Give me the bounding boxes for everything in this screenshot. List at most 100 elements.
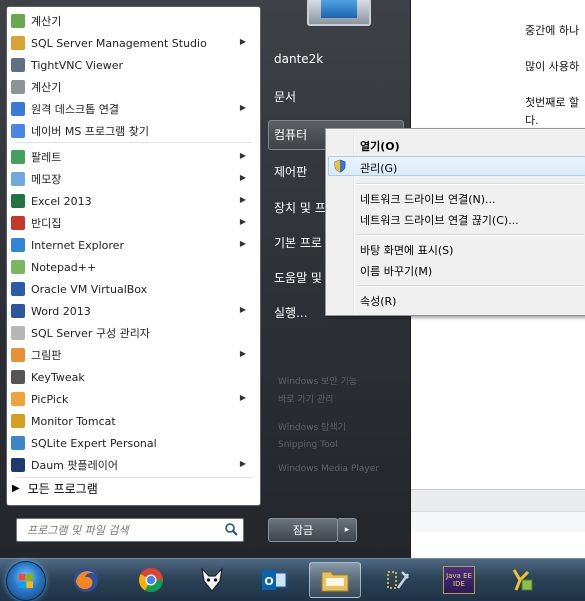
program-item[interactable]: 계산기 [11,77,256,97]
program-separator [15,142,252,143]
menu-item-rename[interactable]: 이름 바꾸기(M) [360,263,432,279]
program-icon [11,172,25,186]
menu-item-properties[interactable]: 속성(R) [360,293,396,309]
program-item[interactable]: KeyTweak [11,367,256,387]
taskbar-tools[interactable] [372,562,424,598]
program-item[interactable]: SQL Server 구성 관리자 [11,323,256,343]
submenu-arrow-icon: ▶ [239,217,246,226]
program-icon [11,14,25,28]
doc-line-4: 다. [525,114,539,127]
search-box[interactable] [16,518,244,542]
faded-item: Snipping Tool [278,440,338,450]
menu-item-disconnect-drive[interactable]: 네트워크 드라이브 연결 끊기(C)... [360,212,519,228]
control-panel-link[interactable]: 제어판 [274,163,307,180]
fox-icon [201,567,223,592]
default-programs-link[interactable]: 기본 프로 [274,234,322,251]
all-programs-button[interactable]: ▶ 모든 프로그램 [12,480,98,497]
program-icon [11,414,25,428]
program-item[interactable]: Daum 팟플레이어 ▶ [11,455,256,475]
outlook-icon: O [262,570,287,590]
program-icon [11,238,25,252]
devices-printers-link[interactable]: 장치 및 프 [274,199,326,216]
program-label: 반디집 [31,217,62,230]
triangle-right-icon: ▶ [12,483,20,494]
program-icon [11,216,25,230]
program-item[interactable]: TightVNC Viewer [11,55,256,75]
search-input[interactable] [25,519,219,541]
program-item[interactable]: 그림판 ▶ [11,345,256,365]
taskbar-outlook[interactable]: O [248,562,300,598]
user-picture[interactable] [307,0,371,26]
monitor-icon [321,0,357,18]
taskbar-chrome[interactable] [125,562,177,598]
program-label: Oracle VM VirtualBox [31,282,148,296]
program-separator [15,477,252,478]
program-icon [11,370,25,384]
taskbar-firefox[interactable] [60,562,112,598]
program-item[interactable]: Notepad++ [11,257,256,277]
programs-list: 계산기 SQL Server Management Studio ▶ TightVNC… [6,6,261,506]
program-label: Monitor Tomcat [31,414,116,428]
program-item[interactable]: Oracle VM VirtualBox [11,279,256,299]
arrow-right-icon: ▸ [344,525,350,535]
program-item[interactable]: 계산기 [11,11,256,31]
program-icon [11,304,25,318]
menu-item-manage[interactable]: 관리(G) [360,160,397,176]
doc-statusbar [410,511,585,532]
doc-line-3: 첫번째로 할 [525,96,580,109]
search-icon[interactable] [224,522,238,536]
doc-line-1: 중간에 하나 [525,24,580,37]
menu-separator [356,285,584,287]
program-label: SQL Server 구성 관리자 [31,327,150,340]
menu-item-open[interactable]: 열기(O) [360,138,400,154]
program-label: Notepad++ [31,260,97,274]
program-label: PicPick [31,392,69,406]
program-item[interactable]: Monitor Tomcat [11,411,256,431]
doc-scrollbar[interactable] [410,489,585,512]
program-label: TightVNC Viewer [31,58,124,72]
taskbar-java-ee-ide[interactable]: Java EE IDE [433,562,485,598]
program-item[interactable]: 네이버 MS 프로그램 찾기 [11,121,256,141]
menu-separator [356,234,584,236]
menu-item-show-desktop[interactable]: 바탕 화면에 표시(S) [360,242,453,258]
program-item[interactable]: PicPick ▶ [11,389,256,409]
submenu-arrow-icon: ▶ [239,151,246,160]
taskbar-puzzle-app[interactable] [496,562,548,598]
program-icon [11,260,25,274]
windows-logo-icon [19,574,33,588]
program-label: 메모장 [31,173,62,186]
shutdown-button[interactable]: 잠금 [268,518,338,542]
program-item[interactable]: Internet Explorer ▶ [11,235,256,255]
submenu-arrow-icon: ▶ [239,305,246,314]
program-item[interactable]: Word 2013 ▶ [11,301,256,321]
user-link[interactable]: dante2k [274,52,323,66]
program-item[interactable]: 반디집 ▶ [11,213,256,233]
program-item[interactable]: SQL Server Management Studio ▶ [11,33,256,53]
taskbar-explorer[interactable] [309,562,361,598]
program-item[interactable]: 팔레트 ▶ [11,147,256,167]
program-icon [11,458,25,472]
menu-item-map-drive[interactable]: 네트워크 드라이브 연결(N)... [360,191,496,207]
shutdown-options-button[interactable]: ▸ [337,518,357,542]
doc-line-2: 많이 사용하 [525,60,580,73]
program-label: SQL Server Management Studio [31,36,207,50]
program-label: 팔레트 [31,151,62,164]
faded-item: Windows 보안 기능 [278,377,358,387]
shield-icon [334,159,346,173]
program-label: Internet Explorer [31,238,124,252]
program-label: Daum 팟플레이어 [31,459,118,472]
documents-link[interactable]: 문서 [274,88,296,105]
taskbar-fox-app[interactable] [186,562,238,598]
start-button[interactable] [6,561,46,601]
program-item[interactable]: 원격 데스크톱 연결 ▶ [11,99,256,119]
faded-item: 바로 가기 관리 [278,395,334,405]
computer-link[interactable]: 컴퓨터 [274,126,307,143]
program-icon [11,102,25,116]
program-item[interactable]: SQLite Expert Personal [11,433,256,453]
faded-item: Windows 탐색기 [278,423,346,433]
program-item[interactable]: 메모장 ▶ [11,169,256,189]
submenu-arrow-icon: ▶ [239,459,246,468]
help-support-link[interactable]: 도움말 및 [274,269,322,286]
run-link[interactable]: 실행... [274,304,308,321]
program-item[interactable]: Excel 2013 ▶ [11,191,256,211]
